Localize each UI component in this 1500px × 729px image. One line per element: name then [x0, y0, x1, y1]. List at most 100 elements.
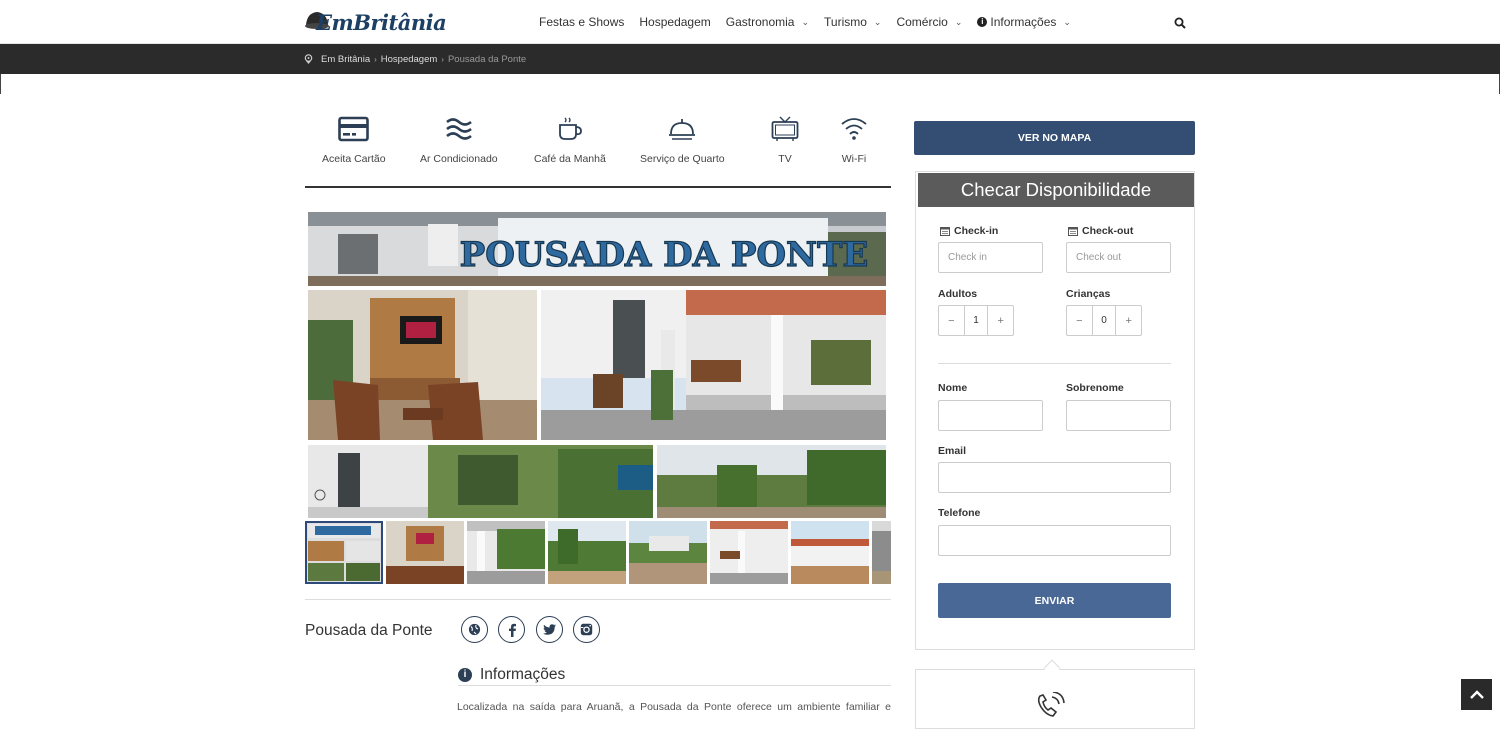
amenities-bar: Aceita Cartão Ar Condicionado Café da Ma…	[305, 116, 891, 188]
amenity-ac: Ar Condicionado	[420, 116, 498, 165]
submit-button[interactable]: ENVIAR	[938, 583, 1171, 618]
amenity-room-service: Serviço de Quarto	[640, 116, 725, 165]
view-map-button[interactable]: VER NO MAPA	[914, 121, 1195, 155]
tv-icon	[771, 116, 799, 141]
amenity-label: TV	[778, 153, 792, 165]
breadcrumb-separator: ›	[441, 54, 444, 64]
form-title: Checar Disponibilidade	[918, 173, 1194, 207]
nav-label: Festas e Shows	[539, 15, 625, 29]
thumbnail[interactable]	[548, 521, 626, 584]
location-pin-icon	[304, 54, 313, 64]
nav-label: Gastronomia	[725, 15, 795, 29]
increment-button[interactable]: +	[1116, 306, 1141, 335]
amenity-label: Serviço de Quarto	[640, 153, 725, 165]
credit-card-icon	[338, 116, 370, 142]
air-waves-icon	[445, 118, 472, 140]
label-text: Check-in	[954, 225, 999, 237]
nav-turismo[interactable]: Turismo ⌄	[824, 15, 881, 29]
gallery-photo-corridor[interactable]	[541, 290, 886, 440]
surname-label: Sobrenome	[1066, 382, 1124, 394]
gallery-photo-sign[interactable]: POUSADA DA PONTE	[308, 212, 886, 286]
website-icon[interactable]	[461, 616, 488, 643]
thumbnail[interactable]	[710, 521, 788, 584]
back-to-top-button[interactable]	[1461, 679, 1492, 710]
top-navbar: EmBritânia Festas e Shows Hospedagem Gas…	[0, 0, 1500, 44]
search-icon[interactable]	[1174, 16, 1186, 29]
decrement-button[interactable]: −	[1067, 306, 1092, 335]
info-title: Informações	[480, 665, 566, 683]
breadcrumb: Em Britânia › Hospedagem › Pousada da Po…	[304, 44, 526, 74]
info-icon: i	[977, 17, 988, 27]
nav-comercio[interactable]: Comércio ⌄	[896, 15, 962, 29]
facebook-icon[interactable]	[498, 616, 525, 643]
amenity-card: Aceita Cartão	[322, 116, 386, 165]
thumbnail[interactable]	[305, 521, 383, 584]
label-text: Check-out	[1082, 225, 1134, 237]
name-input[interactable]	[938, 400, 1043, 431]
adults-stepper: − 1 +	[938, 305, 1014, 336]
surname-input[interactable]	[1066, 400, 1171, 431]
gallery-photo-lounge[interactable]	[308, 290, 537, 440]
thumbnail[interactable]	[386, 521, 464, 584]
thumbnail[interactable]	[872, 521, 891, 584]
calendar-icon	[940, 227, 950, 236]
nav-gastronomia[interactable]: Gastronomia ⌄	[726, 15, 809, 29]
frame-edge	[0, 74, 1, 94]
checkout-input[interactable]	[1066, 242, 1171, 273]
phone-input[interactable]	[938, 525, 1171, 556]
info-icon: i	[458, 667, 472, 682]
email-label: Email	[938, 445, 967, 457]
nav-label: Turismo	[824, 15, 867, 29]
logo-text: EmBritânia	[316, 10, 447, 35]
phone-label: Telefone	[938, 507, 981, 519]
info-section-header: i Informações	[458, 664, 891, 686]
thumbnail[interactable]	[629, 521, 707, 584]
adults-value[interactable]: 1	[963, 306, 989, 335]
nav-label: Informações	[990, 15, 1057, 29]
nav-label: Hospedagem	[639, 15, 711, 29]
amenity-label: Wi-Fi	[841, 153, 867, 165]
nav-festas-shows[interactable]: Festas e Shows	[539, 15, 624, 29]
hotel-name: Pousada da Ponte	[305, 622, 433, 639]
thumbnail[interactable]	[791, 521, 869, 584]
nav-hospedagem[interactable]: Hospedagem	[639, 15, 710, 29]
gallery-photo-palms[interactable]	[657, 445, 886, 518]
amenity-tv: TV	[771, 116, 799, 165]
breadcrumb-home[interactable]: Em Britânia	[321, 54, 370, 65]
amenity-label: Ar Condicionado	[420, 153, 498, 165]
section-divider	[305, 599, 891, 600]
name-label: Nome	[938, 382, 968, 394]
main-nav: Festas e Shows Hospedagem Gastronomia ⌄ …	[539, 0, 1086, 44]
children-value[interactable]: 0	[1091, 306, 1117, 335]
twitter-icon[interactable]	[536, 616, 563, 643]
form-divider	[938, 363, 1171, 364]
wifi-icon	[841, 118, 867, 140]
chevron-down-icon: ⌄	[1063, 16, 1071, 27]
chevron-up-icon	[1469, 690, 1484, 699]
children-stepper: − 0 +	[1066, 305, 1142, 336]
breadcrumb-hospedagem[interactable]: Hospedagem	[381, 54, 438, 65]
thumbnail-strip	[305, 521, 891, 584]
instagram-icon[interactable]	[573, 616, 600, 643]
checkin-label: Check-in	[940, 225, 998, 237]
chevron-down-icon: ⌄	[954, 16, 963, 27]
thumbnail[interactable]	[467, 521, 545, 584]
gallery-photo-garden[interactable]	[308, 445, 653, 518]
adults-label: Adultos	[938, 288, 978, 300]
calendar-icon	[1068, 227, 1078, 236]
children-label: Crianças	[1066, 288, 1111, 300]
increment-button[interactable]: +	[988, 306, 1013, 335]
site-logo[interactable]: EmBritânia	[304, 7, 447, 37]
amenity-breakfast: Café da Manhã	[534, 116, 606, 165]
nav-informacoes[interactable]: i Informações ⌄	[977, 15, 1071, 29]
amenity-label: Aceita Cartão	[322, 153, 386, 165]
email-input[interactable]	[938, 462, 1171, 493]
checkout-label: Check-out	[1068, 225, 1133, 237]
chevron-down-icon: ⌄	[801, 16, 810, 27]
description-text: Localizada na saída para Aruanã, a Pousa…	[457, 701, 891, 713]
photo-gallery: POUSADA DA PONTE	[308, 212, 886, 518]
room-service-icon	[669, 119, 696, 140]
checkin-input[interactable]	[938, 242, 1043, 273]
decrement-button[interactable]: −	[939, 306, 964, 335]
nav-label: Comércio	[896, 15, 948, 29]
